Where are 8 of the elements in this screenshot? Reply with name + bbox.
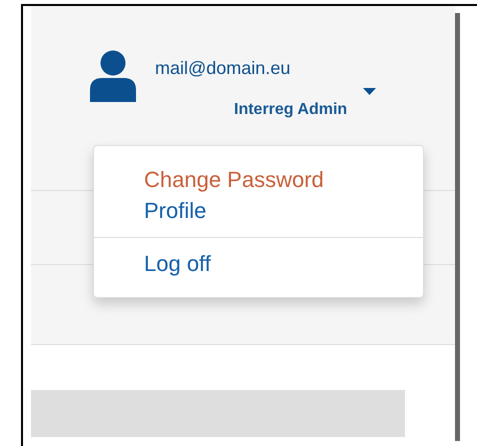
user-icon bbox=[88, 50, 138, 102]
menu-item[interactable]: Change Password bbox=[94, 164, 423, 195]
menu-item[interactable]: Log off bbox=[94, 248, 423, 279]
scrollbar[interactable] bbox=[455, 13, 460, 441]
user-email: mail@domain.eu bbox=[155, 58, 292, 79]
menu-item[interactable]: Profile bbox=[94, 195, 423, 226]
caret-icon[interactable] bbox=[363, 88, 376, 95]
user-role: Interreg Admin bbox=[234, 101, 348, 119]
